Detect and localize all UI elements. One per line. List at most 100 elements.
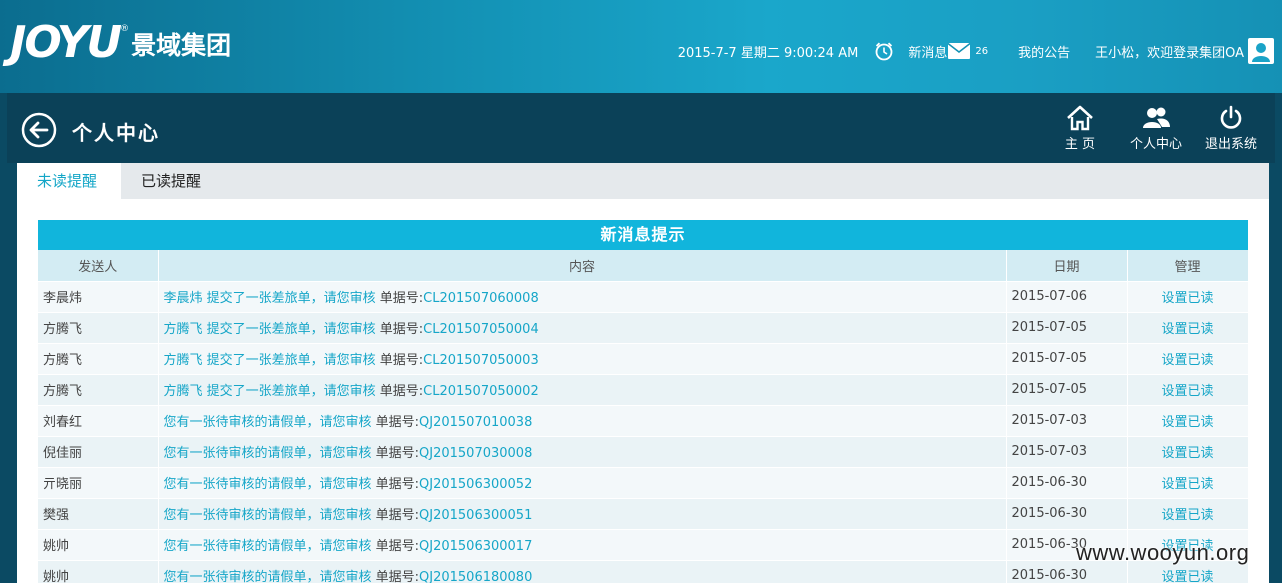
table-row[interactable]: 姚帅 您有一张待审核的请假单，请您审核 单据号:QJ201506180080 201… [38, 560, 1249, 583]
table-row[interactable]: 樊强 您有一张待审核的请假单，请您审核 单据号:QJ201506300051 201… [38, 498, 1249, 530]
reminder-tabs: 未读提醒 已读提醒 [17, 163, 1269, 199]
cell-date: 2015-07-05 [1006, 312, 1128, 344]
message-link[interactable]: 方腾飞 提交了一张差旅单，请您审核 [164, 384, 376, 399]
top-header: JOYU ® 景域集团 2015-7-7 星期二 9:00:24 AM 新消息 … [0, 0, 1282, 93]
document-number[interactable]: CL201507050004 [423, 322, 539, 337]
message-link[interactable]: 您有一张待审核的请假单，请您审核 [164, 477, 372, 492]
nav-profile-button[interactable]: 个人中心 [1125, 105, 1187, 152]
current-datetime: 2015-7-7 星期二 9:00:24 AM [677, 45, 859, 61]
table-row[interactable]: 李晨炜 李晨炜 提交了一张差旅单，请您审核 单据号:CL201507060008 2… [38, 281, 1249, 313]
mark-read-link[interactable]: 设置已读 [1127, 312, 1249, 344]
column-header-date: 日期 [1006, 250, 1128, 282]
table-header-row: 发送人 内容 日期 管理 [38, 250, 1249, 282]
cell-sender: 姚帅 [38, 529, 159, 561]
table-row[interactable]: 方腾飞 方腾飞 提交了一张差旅单，请您审核 单据号:CL201507050002 2… [38, 374, 1249, 406]
document-number-label: 单据号: [371, 570, 420, 583]
company-logo[interactable]: JOYU ® 景域集团 [10, 18, 231, 68]
cell-sender: 方腾飞 [38, 312, 159, 344]
cell-date: 2015-07-03 [1006, 405, 1128, 437]
new-messages-title: 新消息提示 [38, 220, 1248, 250]
column-header-content: 内容 [158, 250, 1007, 282]
column-header-manage: 管理 [1127, 250, 1249, 282]
table-row[interactable]: 姚帅 您有一张待审核的请假单，请您审核 单据号:QJ201506300017 201… [38, 529, 1249, 561]
message-link[interactable]: 您有一张待审核的请假单，请您审核 [164, 508, 372, 523]
message-link[interactable]: 您有一张待审核的请假单，请您审核 [164, 415, 372, 430]
table-row[interactable]: 亓晓丽 您有一张待审核的请假单，请您审核 单据号:QJ201506300052 20… [38, 467, 1249, 499]
mark-read-link[interactable]: 设置已读 [1127, 374, 1249, 406]
content-panel: 未读提醒 已读提醒 新消息提示 发送人 内容 日期 管理 李晨炜 李晨炜 提交了一… [17, 163, 1269, 583]
document-number[interactable]: CL201507050002 [423, 384, 539, 399]
top-info-bar: 2015-7-7 星期二 9:00:24 AM 新消息 26 我的公告 王小松，… [678, 36, 1274, 66]
cell-content: 方腾飞 提交了一张差旅单，请您审核 单据号:CL201507050002 [158, 374, 1007, 406]
document-number[interactable]: CL201507050003 [423, 353, 539, 368]
cell-sender: 方腾飞 [38, 374, 159, 406]
message-link[interactable]: 方腾飞 提交了一张差旅单，请您审核 [164, 353, 376, 368]
nav-home-button[interactable]: 主 页 [1060, 105, 1100, 152]
table-row[interactable]: 刘春红 您有一张待审核的请假单，请您审核 单据号:QJ201507010038 20… [38, 405, 1249, 437]
nav-logout-button[interactable]: 退出系统 [1201, 105, 1261, 152]
mark-read-link[interactable]: 设置已读 [1127, 436, 1249, 468]
cell-content: 您有一张待审核的请假单，请您审核 单据号:QJ201506300051 [158, 498, 1007, 530]
cell-content: 您有一张待审核的请假单，请您审核 单据号:QJ201506300017 [158, 529, 1007, 561]
cell-sender: 樊强 [38, 498, 159, 530]
welcome-text: 王小松，欢迎登录集团OA [1095, 45, 1244, 61]
clock-icon[interactable] [874, 41, 894, 61]
cell-content: 您有一张待审核的请假单，请您审核 单据号:QJ201507030008 [158, 436, 1007, 468]
cell-sender: 姚帅 [38, 560, 159, 583]
cell-date: 2015-06-30 [1006, 467, 1128, 499]
table-row[interactable]: 方腾飞 方腾飞 提交了一张差旅单，请您审核 单据号:CL201507050004 2… [38, 312, 1249, 344]
tab-read[interactable]: 已读提醒 [121, 163, 221, 199]
envelope-icon [948, 43, 971, 59]
cell-content: 您有一张待审核的请假单，请您审核 单据号:QJ201507010038 [158, 405, 1007, 437]
mark-read-link[interactable]: 设置已读 [1127, 498, 1249, 530]
cell-sender: 刘春红 [38, 405, 159, 437]
cell-date: 2015-07-03 [1006, 436, 1128, 468]
page-title: 个人中心 [72, 121, 160, 145]
message-link[interactable]: 您有一张待审核的请假单，请您审核 [164, 539, 372, 554]
document-number-label: 单据号: [371, 539, 420, 554]
document-number-label: 单据号: [371, 508, 420, 523]
document-number-label: 单据号: [371, 477, 420, 492]
document-number-label: 单据号: [375, 291, 424, 306]
users-icon [1143, 107, 1170, 128]
mark-read-link[interactable]: 设置已读 [1127, 405, 1249, 437]
cell-date: 2015-06-30 [1006, 498, 1128, 530]
table-row[interactable]: 方腾飞 方腾飞 提交了一张差旅单，请您审核 单据号:CL201507050003 2… [38, 343, 1249, 375]
mark-read-link[interactable]: 设置已读 [1127, 343, 1249, 375]
message-link[interactable]: 方腾飞 提交了一张差旅单，请您审核 [164, 322, 376, 337]
message-link[interactable]: 您有一张待审核的请假单，请您审核 [164, 446, 372, 461]
document-number-label: 单据号: [375, 322, 424, 337]
document-number[interactable]: QJ201506300051 [419, 508, 532, 523]
back-arrow-icon[interactable] [21, 112, 57, 148]
cell-sender: 倪佳丽 [38, 436, 159, 468]
document-number[interactable]: QJ201507010038 [419, 415, 532, 430]
cell-content: 您有一张待审核的请假单，请您审核 单据号:QJ201506300052 [158, 467, 1007, 499]
document-number[interactable]: QJ201506180080 [419, 570, 532, 583]
document-number-label: 单据号: [371, 415, 420, 430]
my-notice-link[interactable]: 我的公告 [1018, 42, 1070, 61]
page-subheader: 个人中心 主 页 个人中心 退出系统 [7, 93, 1275, 163]
mark-read-link[interactable]: 设置已读 [1127, 281, 1249, 313]
tab-unread[interactable]: 未读提醒 [17, 163, 121, 199]
user-avatar-icon[interactable] [1248, 38, 1274, 64]
cell-content: 方腾飞 提交了一张差旅单，请您审核 单据号:CL201507050004 [158, 312, 1007, 344]
cell-date: 2015-07-05 [1006, 343, 1128, 375]
new-messages-count: 26 [975, 45, 989, 57]
document-number[interactable]: CL201507060008 [423, 291, 539, 306]
watermark-text: www.wooyun.org [1076, 540, 1250, 565]
document-number-label: 单据号: [371, 446, 420, 461]
cell-sender: 李晨炜 [38, 281, 159, 313]
table-row[interactable]: 倪佳丽 您有一张待审核的请假单，请您审核 单据号:QJ201507030008 20… [38, 436, 1249, 468]
message-link[interactable]: 您有一张待审核的请假单，请您审核 [164, 570, 372, 583]
document-number[interactable]: QJ201506300052 [419, 477, 532, 492]
mark-read-link[interactable]: 设置已读 [1127, 467, 1249, 499]
new-messages-link[interactable]: 新消息 26 [908, 42, 988, 61]
power-icon [1220, 105, 1242, 129]
nav-logout-label: 退出系统 [1204, 137, 1257, 152]
message-link[interactable]: 李晨炜 提交了一张差旅单，请您审核 [164, 291, 376, 306]
cell-sender: 方腾飞 [38, 343, 159, 375]
document-number[interactable]: QJ201506300017 [419, 539, 532, 554]
document-number[interactable]: QJ201507030008 [419, 446, 532, 461]
nav-home-label: 主 页 [1064, 137, 1096, 152]
cell-content: 李晨炜 提交了一张差旅单，请您审核 单据号:CL201507060008 [158, 281, 1007, 313]
